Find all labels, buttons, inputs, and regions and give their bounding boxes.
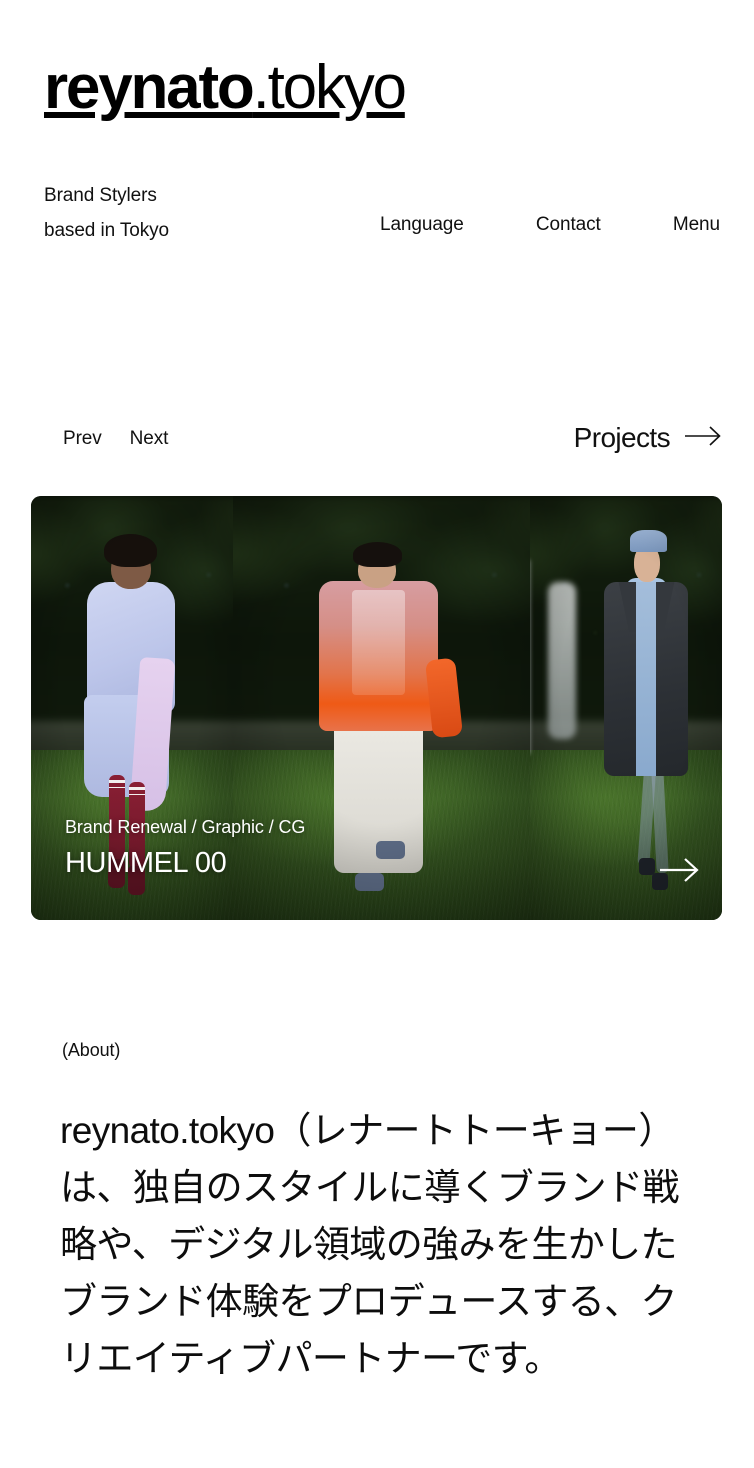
slide-next-arrow-icon[interactable] bbox=[658, 855, 700, 890]
project-carousel[interactable]: Brand Renewal / Graphic / CG HUMMEL 00 bbox=[31, 496, 722, 920]
carousel-prev-button[interactable]: Prev bbox=[63, 428, 102, 450]
logo-strong-text: reynato bbox=[44, 53, 255, 122]
projects-link-label: Projects bbox=[573, 422, 671, 453]
nav-item-contact[interactable]: Contact bbox=[536, 215, 601, 234]
site-tagline: Brand Stylers based in Tokyo bbox=[44, 178, 169, 248]
nav-item-language[interactable]: Language bbox=[380, 215, 464, 234]
about-body-text: reynato.tokyo（レナートトーキョー）は、独自のスタイルに導くブランド… bbox=[60, 1110, 679, 1379]
logo-light-text: .tokyo bbox=[252, 53, 407, 122]
carousel-controls: Prev Next Projects bbox=[0, 424, 754, 468]
site-logo[interactable]: reynato.tokyo bbox=[44, 57, 407, 119]
nav-item-menu[interactable]: Menu bbox=[673, 215, 720, 234]
carousel-caption: Brand Renewal / Graphic / CG HUMMEL 00 bbox=[65, 817, 305, 878]
carousel-next-button[interactable]: Next bbox=[130, 428, 169, 450]
main-navigation: Language Contact Menu bbox=[380, 215, 720, 234]
caption-title: HUMMEL 00 bbox=[65, 846, 227, 879]
projects-link[interactable]: Projects bbox=[574, 424, 722, 452]
arrow-right-icon bbox=[684, 425, 722, 452]
about-section-label: (About) bbox=[62, 1040, 121, 1060]
page-root: reynato.tokyo Brand Stylers based in Tok… bbox=[0, 0, 754, 1468]
carousel-prev-next-group: Prev Next bbox=[63, 428, 168, 450]
caption-tags: Brand Renewal / Graphic / CG bbox=[65, 816, 306, 837]
tagline-line-1: Brand Stylers bbox=[44, 185, 157, 206]
tagline-line-2: based in Tokyo bbox=[44, 220, 170, 241]
